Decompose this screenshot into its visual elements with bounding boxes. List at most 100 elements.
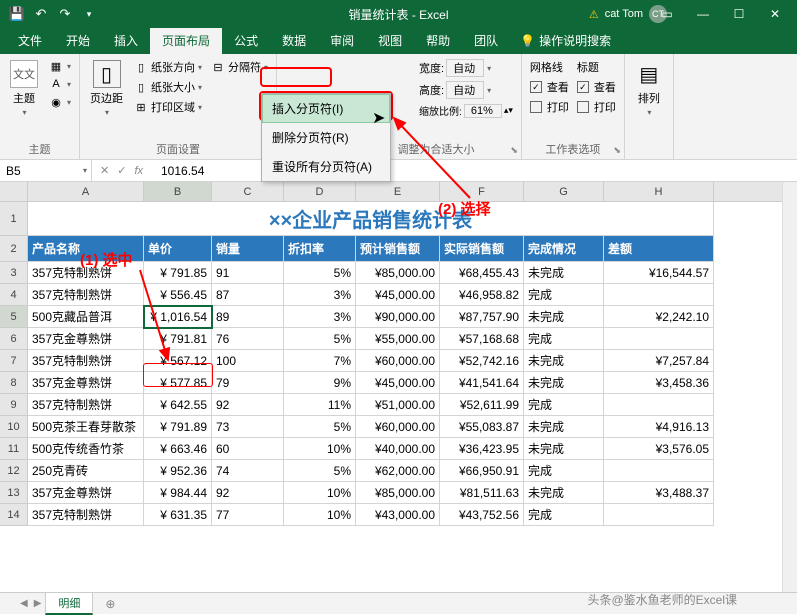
data-cell[interactable]: 92 — [212, 394, 284, 416]
minimize-button[interactable]: — — [685, 0, 721, 28]
tab-review[interactable]: 审阅 — [318, 27, 366, 54]
effects-button[interactable]: ◉▾ — [46, 94, 73, 110]
tab-home[interactable]: 开始 — [54, 27, 102, 54]
height-control[interactable]: 高度: 自动▾ — [417, 80, 515, 100]
data-cell[interactable]: 89 — [212, 306, 284, 328]
headings-view-checkbox[interactable]: ✓查看 — [575, 78, 618, 96]
data-cell[interactable] — [604, 394, 714, 416]
tab-data[interactable]: 数据 — [270, 27, 318, 54]
header-cell[interactable]: 完成情况 — [524, 236, 604, 262]
data-cell[interactable]: 未完成 — [524, 350, 604, 372]
fx-icon[interactable]: fx — [134, 165, 143, 177]
header-cell[interactable]: 单价 — [144, 236, 212, 262]
data-cell[interactable]: 10% — [284, 504, 356, 526]
remove-page-break-item[interactable]: 删除分页符(R) — [262, 123, 390, 152]
row-header[interactable]: 3 — [0, 262, 28, 284]
data-cell[interactable]: 357克特制熟饼 — [28, 394, 144, 416]
data-cell[interactable]: 92 — [212, 482, 284, 504]
size-button[interactable]: ▯纸张大小▾ — [131, 78, 204, 96]
header-cell[interactable]: 折扣率 — [284, 236, 356, 262]
cancel-icon[interactable]: ✕ — [100, 164, 109, 177]
data-cell[interactable]: ¥16,544.57 — [604, 262, 714, 284]
data-cell[interactable]: ¥ 791.81 — [144, 328, 212, 350]
data-cell[interactable]: ¥43,000.00 — [356, 504, 440, 526]
row-header[interactable]: 10 — [0, 416, 28, 438]
fonts-button[interactable]: A▾ — [46, 76, 73, 92]
vertical-scrollbar[interactable] — [782, 182, 797, 592]
data-cell[interactable]: ¥68,455.43 — [440, 262, 524, 284]
data-cell[interactable]: 5% — [284, 328, 356, 350]
data-cell[interactable]: 未完成 — [524, 482, 604, 504]
row-header[interactable]: 7 — [0, 350, 28, 372]
data-cell[interactable]: 357克金尊熟饼 — [28, 328, 144, 350]
data-cell[interactable]: 完成 — [524, 284, 604, 306]
enter-icon[interactable]: ✓ — [117, 164, 126, 177]
row-header[interactable]: 13 — [0, 482, 28, 504]
tab-page-layout[interactable]: 页面布局 — [150, 27, 222, 54]
formula-input[interactable]: 1016.54 — [161, 164, 204, 178]
tab-team[interactable]: 团队 — [462, 27, 510, 54]
print-area-button[interactable]: ⊞打印区域▾ — [131, 98, 204, 116]
row-header[interactable]: 1 — [0, 202, 28, 236]
gridlines-print-checkbox[interactable]: 打印 — [528, 98, 571, 116]
data-cell[interactable]: 357克特制熟饼 — [28, 284, 144, 306]
data-cell[interactable]: 500克茶王春芽散茶 — [28, 416, 144, 438]
data-cell[interactable]: 未完成 — [524, 372, 604, 394]
row-header[interactable]: 12 — [0, 460, 28, 482]
reset-page-breaks-item[interactable]: 重设所有分页符(A) — [262, 152, 390, 181]
data-cell[interactable]: ¥3,488.37 — [604, 482, 714, 504]
row-header[interactable]: 5 — [0, 306, 28, 328]
close-button[interactable]: ✕ — [757, 0, 793, 28]
data-cell[interactable]: 7% — [284, 350, 356, 372]
qat-more-icon[interactable]: ▾ — [78, 3, 100, 25]
data-cell[interactable]: 完成 — [524, 460, 604, 482]
name-box[interactable]: B5 ▾ — [0, 160, 92, 181]
new-sheet-button[interactable]: ⊕ — [97, 597, 123, 611]
row-header[interactable]: 6 — [0, 328, 28, 350]
maximize-button[interactable]: ☐ — [721, 0, 757, 28]
data-cell[interactable]: ¥ 791.85 — [144, 262, 212, 284]
data-cell[interactable]: 250克青砖 — [28, 460, 144, 482]
data-cell[interactable]: ¥85,000.00 — [356, 262, 440, 284]
data-cell[interactable]: ¥57,168.68 — [440, 328, 524, 350]
data-cell[interactable]: 500克藏品普洱 — [28, 306, 144, 328]
data-cell[interactable]: 357克特制熟饼 — [28, 504, 144, 526]
data-cell[interactable]: ¥45,000.00 — [356, 284, 440, 306]
data-cell[interactable]: 3% — [284, 284, 356, 306]
column-header-A[interactable]: A — [28, 182, 144, 201]
tab-file[interactable]: 文件 — [6, 27, 54, 54]
data-cell[interactable]: 完成 — [524, 394, 604, 416]
data-cell[interactable]: 5% — [284, 416, 356, 438]
data-cell[interactable]: ¥87,757.90 — [440, 306, 524, 328]
width-control[interactable]: 宽度: 自动▾ — [417, 58, 515, 78]
header-cell[interactable]: 销量 — [212, 236, 284, 262]
data-cell[interactable]: ¥51,000.00 — [356, 394, 440, 416]
data-cell[interactable] — [604, 284, 714, 306]
data-cell[interactable]: ¥ 577.85 — [144, 372, 212, 394]
data-cell[interactable]: ¥ 952.36 — [144, 460, 212, 482]
data-cell[interactable]: ¥ 631.35 — [144, 504, 212, 526]
column-header-G[interactable]: G — [524, 182, 604, 201]
data-cell[interactable]: ¥55,083.87 — [440, 416, 524, 438]
data-cell[interactable]: 10% — [284, 482, 356, 504]
row-header[interactable]: 14 — [0, 504, 28, 526]
data-cell[interactable]: 73 — [212, 416, 284, 438]
data-cell[interactable]: 完成 — [524, 328, 604, 350]
data-cell[interactable]: ¥ 791.89 — [144, 416, 212, 438]
data-cell[interactable]: 11% — [284, 394, 356, 416]
sheet-tab[interactable]: 明细 — [45, 592, 93, 615]
column-header-C[interactable]: C — [212, 182, 284, 201]
data-cell[interactable]: ¥40,000.00 — [356, 438, 440, 460]
row-header[interactable]: 4 — [0, 284, 28, 306]
data-cell[interactable]: 60 — [212, 438, 284, 460]
title-cell[interactable]: ××企业产品销售统计表 — [28, 202, 714, 236]
scale-control[interactable]: 缩放比例: 61%▴▾ — [417, 102, 515, 119]
data-cell[interactable]: 10% — [284, 438, 356, 460]
sheet-options-launcher[interactable]: ⬊ — [613, 145, 621, 156]
orientation-button[interactable]: ▯纸张方向▾ — [131, 58, 204, 76]
data-cell[interactable]: ¥3,458.36 — [604, 372, 714, 394]
select-all-corner[interactable] — [0, 182, 28, 201]
data-cell[interactable]: 79 — [212, 372, 284, 394]
column-header-B[interactable]: B — [144, 182, 212, 201]
data-cell[interactable]: 76 — [212, 328, 284, 350]
